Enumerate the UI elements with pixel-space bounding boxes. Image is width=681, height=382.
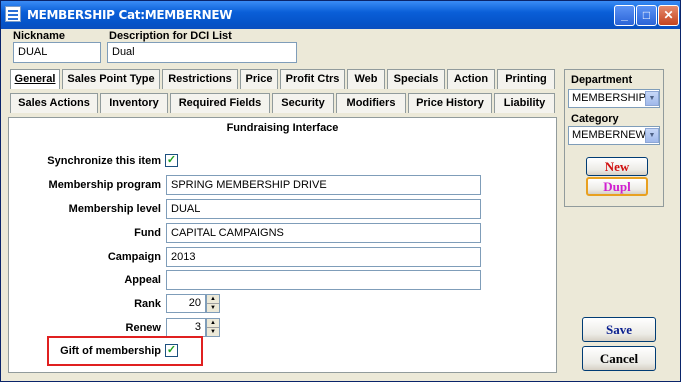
description-field[interactable]: Dual: [107, 42, 297, 63]
spin-down-icon[interactable]: ▼: [207, 328, 219, 337]
app-icon: [5, 6, 21, 22]
description-label: Description for DCI List: [109, 30, 232, 42]
tab-sales-point-type[interactable]: Sales Point Type: [62, 69, 160, 89]
cancel-button[interactable]: Cancel: [582, 346, 656, 371]
gift-checkbox[interactable]: ✓: [165, 344, 178, 357]
level-label: Membership level: [68, 203, 161, 215]
tab-modifiers[interactable]: Modifiers: [336, 93, 406, 113]
tab-sales-actions[interactable]: Sales Actions: [10, 93, 98, 113]
new-button[interactable]: New: [586, 157, 648, 176]
renew-spinner[interactable]: ▲ ▼: [206, 318, 220, 337]
tab-web[interactable]: Web: [347, 69, 385, 89]
minimize-button[interactable]: _: [614, 5, 635, 26]
rank-label: Rank: [134, 298, 161, 310]
membership-window: MEMBERSHIP Cat:MEMBERNEW _ □ ✕ Nickname …: [0, 0, 681, 382]
renew-label: Renew: [125, 322, 161, 334]
tab-liability[interactable]: Liability: [494, 93, 555, 113]
spin-down-icon[interactable]: ▼: [207, 304, 219, 313]
program-label: Membership program: [48, 179, 161, 191]
appeal-label: Appeal: [124, 274, 161, 286]
sync-label: Synchronize this item: [47, 155, 161, 167]
tab-required-fields[interactable]: Required Fields: [170, 93, 270, 113]
dupl-button[interactable]: Dupl: [586, 177, 648, 196]
fund-label: Fund: [134, 227, 161, 239]
chevron-down-icon[interactable]: ▼: [645, 91, 659, 106]
chevron-down-icon[interactable]: ▼: [645, 128, 659, 143]
tab-restrictions[interactable]: Restrictions: [162, 69, 238, 89]
close-button[interactable]: ✕: [658, 5, 679, 26]
nickname-label: Nickname: [13, 30, 65, 42]
section-title: Fundraising Interface: [226, 122, 339, 134]
tab-specials[interactable]: Specials: [387, 69, 445, 89]
campaign-label: Campaign: [107, 251, 161, 263]
department-label: Department: [571, 74, 633, 86]
save-button[interactable]: Save: [582, 317, 656, 342]
tab-price[interactable]: Price: [240, 69, 278, 89]
program-field[interactable]: SPRING MEMBERSHIP DRIVE: [166, 175, 481, 195]
tab-profit-ctrs[interactable]: Profit Ctrs: [280, 69, 345, 89]
spin-up-icon[interactable]: ▲: [207, 295, 219, 304]
spin-up-icon[interactable]: ▲: [207, 319, 219, 328]
nickname-field[interactable]: DUAL: [13, 42, 101, 63]
window-title: MEMBERSHIP Cat:MEMBERNEW: [27, 8, 233, 22]
title-bar[interactable]: MEMBERSHIP Cat:MEMBERNEW _ □ ✕: [1, 1, 680, 29]
appeal-field[interactable]: [166, 270, 481, 290]
renew-input[interactable]: 3: [166, 318, 206, 337]
gift-label: Gift of membership: [60, 345, 161, 357]
tab-security[interactable]: Security: [272, 93, 334, 113]
sync-checkbox[interactable]: ✓: [165, 154, 178, 167]
level-field[interactable]: DUAL: [166, 199, 481, 219]
tab-action[interactable]: Action: [447, 69, 495, 89]
category-label: Category: [571, 113, 619, 125]
maximize-button[interactable]: □: [636, 5, 657, 26]
tab-inventory[interactable]: Inventory: [100, 93, 168, 113]
rank-spinner[interactable]: ▲ ▼: [206, 294, 220, 313]
fund-field[interactable]: CAPITAL CAMPAIGNS: [166, 223, 481, 243]
campaign-field[interactable]: 2013: [166, 247, 481, 267]
tab-general[interactable]: General: [10, 69, 60, 89]
tab-printing[interactable]: Printing: [497, 69, 555, 89]
rank-input[interactable]: 20: [166, 294, 206, 313]
tab-price-history[interactable]: Price History: [408, 93, 492, 113]
